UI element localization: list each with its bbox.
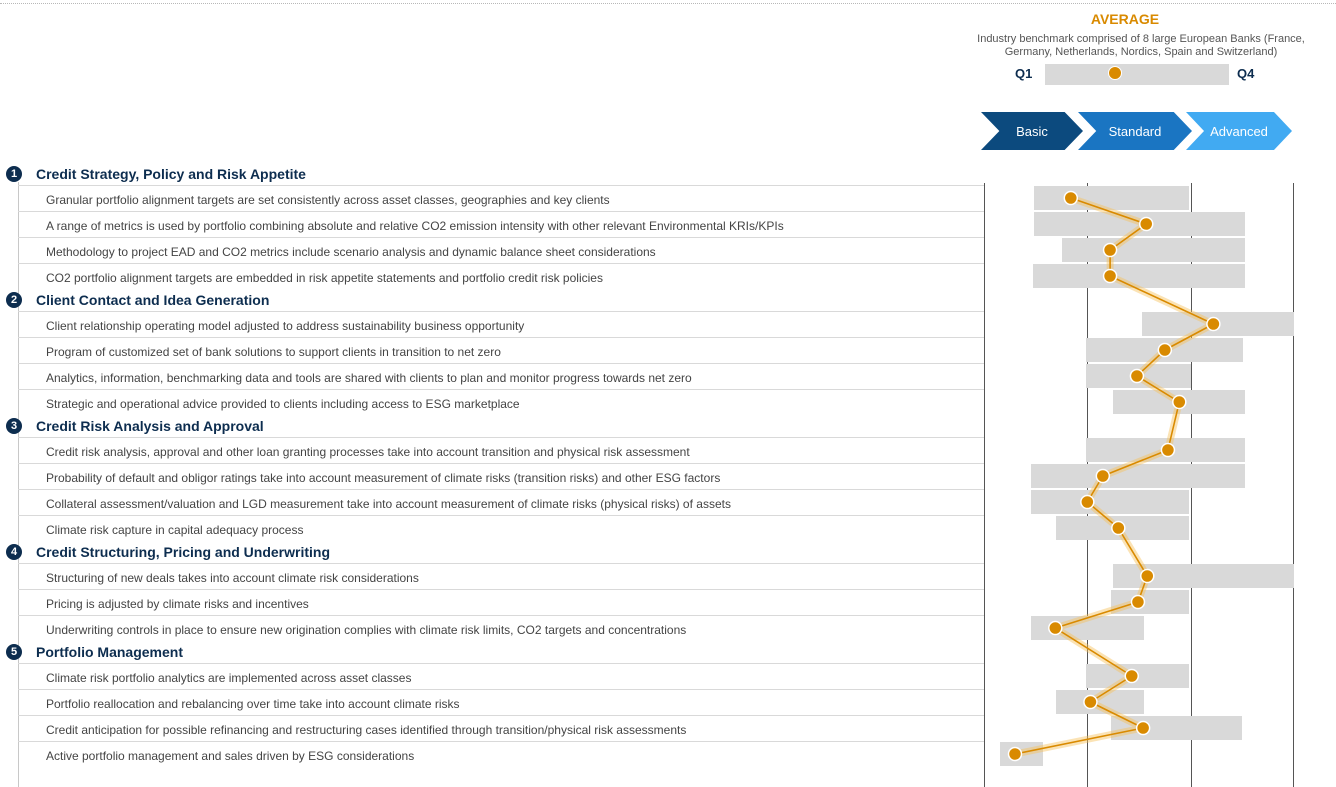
quartile-range-bar <box>1033 212 1246 236</box>
maturity-level-standard: Standard <box>1078 112 1192 150</box>
quartile-range-bar <box>1086 364 1191 388</box>
assessment-row-label: Structuring of new deals takes into acco… <box>46 571 419 585</box>
assessment-row: Active portfolio management and sales dr… <box>18 741 984 768</box>
assessment-row-label: Program of customized set of bank soluti… <box>46 345 501 359</box>
assessment-row: Analytics, information, benchmarking dat… <box>18 363 984 390</box>
quartile-range-bar <box>1086 338 1244 362</box>
assessment-row-label: Credit anticipation for possible refinan… <box>46 723 687 737</box>
column-gridline <box>984 183 985 787</box>
assessment-row-label: Pricing is adjusted by climate risks and… <box>46 597 309 611</box>
assessment-row-label: Strategic and operational advice provide… <box>46 397 520 411</box>
assessment-row: Pricing is adjusted by climate risks and… <box>18 589 984 616</box>
section-number-badge: 2 <box>6 292 22 308</box>
legend-quartile-bar <box>1045 64 1229 85</box>
section-number-badge: 3 <box>6 418 22 434</box>
assessment-row: Credit risk analysis, approval and other… <box>18 437 984 464</box>
assessment-row-label: Granular portfolio alignment targets are… <box>46 193 610 207</box>
legend-title: AVERAGE <box>1090 11 1160 27</box>
assessment-row: Program of customized set of bank soluti… <box>18 337 984 364</box>
assessment-row: Structuring of new deals takes into acco… <box>18 563 984 590</box>
section-title: Portfolio Management <box>36 644 184 660</box>
quartile-range-bar <box>1032 264 1246 288</box>
legend-subtitle: Industry benchmark comprised of 8 large … <box>946 33 1336 59</box>
quartile-range-bar <box>1142 312 1294 336</box>
quartile-range-bar <box>1086 664 1189 688</box>
quartile-range-bar <box>999 742 1043 766</box>
quartile-range-bar <box>1056 690 1145 714</box>
quartile-range-bar <box>1113 564 1294 588</box>
maturity-level-advanced: Advanced <box>1186 112 1292 150</box>
assessment-row: Climate risk portfolio analytics are imp… <box>18 663 984 690</box>
assessment-row: Granular portfolio alignment targets are… <box>18 185 984 212</box>
assessment-row-label: Analytics, information, benchmarking dat… <box>46 371 692 385</box>
legend-q4-label: Q4 <box>1237 66 1255 81</box>
maturity-level-basic: Basic <box>981 112 1083 150</box>
section-title: Credit Structuring, Pricing and Underwri… <box>36 544 331 560</box>
section-number-badge: 1 <box>6 166 22 182</box>
assessment-row: Credit anticipation for possible refinan… <box>18 715 984 742</box>
column-gridline <box>1293 183 1294 787</box>
section-title: Credit Risk Analysis and Approval <box>36 418 264 434</box>
legend-q1-label: Q1 <box>1015 66 1033 81</box>
quartile-range-bar <box>1033 186 1189 210</box>
legend-average-marker <box>1107 66 1122 80</box>
quartile-range-bar <box>1111 716 1243 740</box>
section-title: Client Contact and Idea Generation <box>36 292 270 308</box>
assessment-row: Client relationship operating model adju… <box>18 311 984 338</box>
assessment-row: Collateral assessment/valuation and LGD … <box>18 489 984 516</box>
section-number-badge: 5 <box>6 644 22 660</box>
section-number-badge: 4 <box>6 544 22 560</box>
assessment-row: CO2 portfolio alignment targets are embe… <box>18 263 984 290</box>
quartile-range-bar <box>1061 238 1246 262</box>
assessment-row-label: Probability of default and obligor ratin… <box>46 471 721 485</box>
quartile-range-bar <box>1056 516 1189 540</box>
quartile-range-bar <box>1111 590 1189 614</box>
quartile-range-bar <box>1113 390 1246 414</box>
top-dotted-rule <box>0 3 1336 4</box>
assessment-row-label: Methodology to project EAD and CO2 metri… <box>46 245 656 259</box>
assessment-row-label: Credit risk analysis, approval and other… <box>46 445 690 459</box>
assessment-row-label: Climate risk capture in capital adequacy… <box>46 523 304 537</box>
assessment-row-label: CO2 portfolio alignment targets are embe… <box>46 271 603 285</box>
quartile-range-bar <box>1030 616 1145 640</box>
assessment-row: Portfolio reallocation and rebalancing o… <box>18 689 984 716</box>
assessment-row: Climate risk capture in capital adequacy… <box>18 515 984 542</box>
assessment-row-label: Climate risk portfolio analytics are imp… <box>46 671 412 685</box>
assessment-row: Probability of default and obligor ratin… <box>18 463 984 490</box>
assessment-row-label: Active portfolio management and sales dr… <box>46 749 415 763</box>
assessment-row-label: Portfolio reallocation and rebalancing o… <box>46 697 460 711</box>
assessment-row: Strategic and operational advice provide… <box>18 389 984 416</box>
section-title: Credit Strategy, Policy and Risk Appetit… <box>36 166 306 182</box>
assessment-row: Underwriting controls in place to ensure… <box>18 615 984 642</box>
assessment-row-label: Underwriting controls in place to ensure… <box>46 623 687 637</box>
quartile-range-bar <box>1030 490 1189 514</box>
quartile-range-bar <box>1030 464 1246 488</box>
assessment-row: Methodology to project EAD and CO2 metri… <box>18 237 984 264</box>
assessment-row-label: A range of metrics is used by portfolio … <box>46 219 784 233</box>
legend-subtitle-line-1: Industry benchmark comprised of 8 large … <box>977 33 1305 45</box>
assessment-row: A range of metrics is used by portfolio … <box>18 211 984 238</box>
assessment-row-label: Collateral assessment/valuation and LGD … <box>46 497 731 511</box>
legend-subtitle-line-2: Germany, Netherlands, Nordics, Spain and… <box>1004 46 1278 58</box>
quartile-range-bar <box>1086 438 1246 462</box>
assessment-row-label: Client relationship operating model adju… <box>46 319 525 333</box>
